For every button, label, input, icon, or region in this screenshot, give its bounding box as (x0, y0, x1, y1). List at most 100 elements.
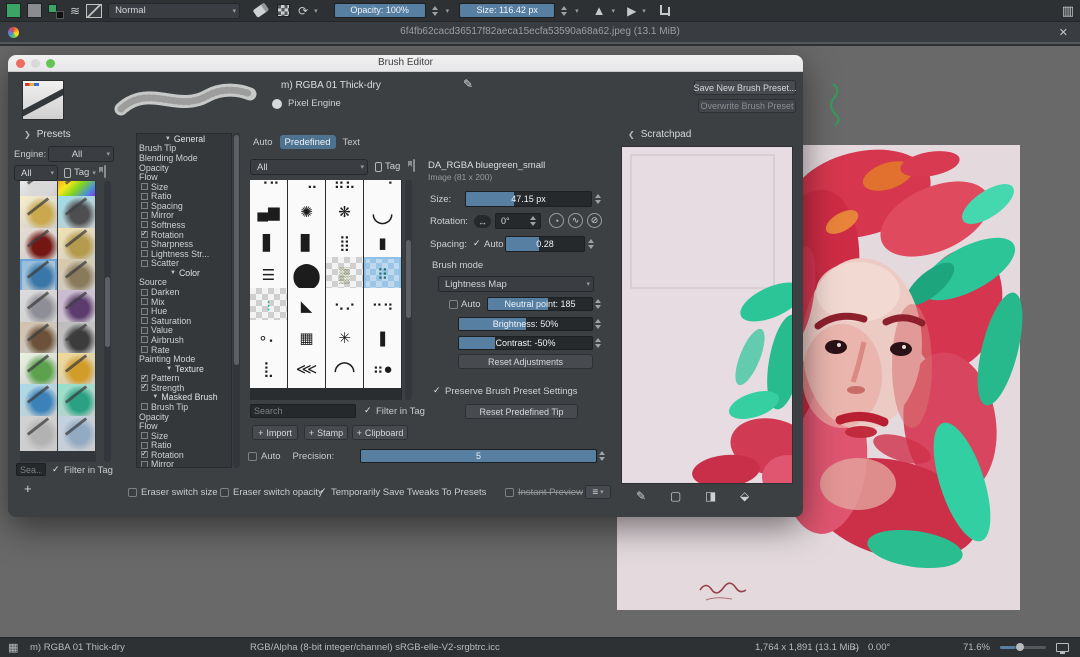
overwrite-preset-button[interactable]: Overwrite Brush Preset (698, 99, 796, 113)
brush-option-row[interactable]: Lightness Str... (137, 249, 231, 259)
mirror-caret[interactable]: ▾ (612, 7, 616, 15)
preset-thumbnail[interactable] (58, 384, 95, 419)
brightness-slider[interactable]: Brightness: 50% (458, 317, 593, 331)
neutral-point-slider[interactable]: Neutral point: 185 (487, 297, 593, 311)
reload-dropdown-caret[interactable]: ▾ (314, 7, 318, 15)
preset-grid[interactable] (20, 181, 96, 462)
brush-option-row[interactable]: Ratio (137, 441, 231, 451)
brush-option-row[interactable]: Color (137, 268, 231, 278)
reload-preset-icon[interactable]: ⟳ (298, 5, 308, 17)
brightness-spinner[interactable] (595, 317, 603, 331)
brush-option-row[interactable]: Brush Tip (137, 402, 231, 412)
brush-tip-cell[interactable]: ⣇ (250, 351, 287, 388)
gradient-icon[interactable]: ≋ (70, 5, 80, 17)
brush-option-row[interactable]: Hue (137, 306, 231, 316)
precision-auto-checkbox[interactable] (248, 452, 257, 461)
preset-thumbnail[interactable] (58, 322, 95, 357)
option-checkbox[interactable] (141, 202, 148, 209)
brush-option-row[interactable]: Strength (137, 383, 231, 393)
options-scrollbar[interactable] (233, 133, 240, 468)
option-checkbox[interactable] (141, 183, 148, 190)
foreground-color-swatch[interactable] (6, 3, 21, 18)
preset-thumbnail[interactable] (58, 290, 95, 325)
brush-editor-dialog[interactable]: Brush Editor m) RGBA 01 Thick-dry ✎ Pixe… (8, 55, 803, 517)
brush-option-row[interactable]: Size (137, 182, 231, 192)
option-checkbox[interactable] (141, 317, 148, 324)
brush-option-row[interactable]: Flow (137, 421, 231, 431)
preset-thumbnail[interactable] (20, 196, 57, 231)
preset-thumbnail[interactable] (20, 290, 57, 325)
preset-thumbnail[interactable] (58, 353, 95, 388)
preset-thumbnail[interactable] (58, 259, 95, 294)
brush-option-row[interactable]: Opacity (137, 163, 231, 173)
preset-thumbnail[interactable] (20, 353, 57, 388)
tip-filter-in-tag[interactable]: Filter in Tag (363, 406, 425, 417)
engine-filter-select[interactable]: All (48, 146, 114, 162)
grid-icon[interactable]: ▦ (8, 641, 18, 654)
precision-slider[interactable]: 5 (360, 449, 597, 463)
eraser-opacity-checkbox[interactable] (220, 488, 229, 497)
tip-grid-scrollbar[interactable] (405, 180, 412, 400)
rotation-arrow-icon[interactable]: ↔ (474, 215, 491, 228)
brush-option-row[interactable]: General (137, 134, 231, 144)
brush-option-row[interactable]: Rotation (137, 450, 231, 460)
option-checkbox[interactable] (141, 241, 148, 248)
brush-option-row[interactable]: Flow (137, 172, 231, 182)
scratchpad-fill-color-icon[interactable]: ⬙ (740, 489, 749, 503)
option-checkbox[interactable] (141, 336, 148, 343)
brush-option-row[interactable]: Spacing (137, 201, 231, 211)
instant-preview[interactable]: Instant Preview (505, 487, 583, 498)
preset-thumbnail[interactable] (20, 384, 57, 419)
rename-preset-icon[interactable]: ✎ (463, 77, 473, 91)
brush-option-row[interactable]: Saturation (137, 316, 231, 326)
brush-option-row[interactable]: Airbrush (137, 335, 231, 345)
preset-thumbnail[interactable] (20, 228, 57, 263)
brush-option-row[interactable]: Rate (137, 345, 231, 355)
spacing-spinner[interactable] (588, 237, 596, 251)
wrap-mode-icon[interactable]: ▶ (627, 5, 636, 17)
brush-option-row[interactable]: Brush Tip (137, 144, 231, 154)
brush-option-row[interactable]: Pattern (137, 373, 231, 383)
preset-grid-scrollbar[interactable] (104, 181, 111, 462)
opacity-slider[interactable]: Opacity: 100% (334, 3, 426, 18)
brush-option-row[interactable]: Mirror (137, 460, 231, 468)
option-checkbox[interactable] (141, 193, 148, 200)
spacing-auto-checkbox[interactable] (472, 240, 481, 249)
brush-option-row[interactable]: Painting Mode (137, 354, 231, 364)
eraser-size-checkbox[interactable] (128, 488, 137, 497)
tip-filter-checkbox[interactable] (363, 407, 372, 416)
pattern-icon[interactable] (86, 4, 102, 18)
size-spinner[interactable] (561, 6, 569, 16)
spacing-auto[interactable]: Auto (472, 239, 504, 250)
preset-thumbnail[interactable] (58, 416, 95, 451)
scratchpad-header[interactable]: ❮ Scratchpad (628, 129, 691, 140)
dialog-titlebar[interactable]: Brush Editor (8, 55, 803, 72)
neutral-spinner[interactable] (595, 297, 603, 311)
eraser-switch-opacity[interactable]: Eraser switch opacity (220, 487, 323, 498)
brush-size-slider[interactable]: Size: 116.42 px (459, 3, 555, 18)
precision-spinner[interactable] (599, 449, 607, 463)
rotation-clock-icon[interactable]: ◔ (549, 213, 564, 228)
option-checkbox[interactable] (141, 451, 148, 458)
reset-adjustments-button[interactable]: Reset Adjustments (458, 354, 593, 369)
canvas-workspace[interactable]: Brush Editor m) RGBA 01 Thick-dry ✎ Pixe… (0, 46, 1080, 637)
option-checkbox[interactable] (141, 231, 148, 238)
brush-option-row[interactable]: Ratio (137, 191, 231, 201)
option-checkbox[interactable] (141, 289, 148, 296)
wrap-caret[interactable]: ▾ (642, 7, 646, 15)
background-color-swatch[interactable] (27, 3, 42, 18)
brush-option-row[interactable]: Blending Mode (137, 153, 231, 163)
option-checkbox[interactable] (141, 250, 148, 257)
brush-option-row[interactable]: Scatter (137, 259, 231, 269)
crop-tool-icon[interactable] (658, 5, 670, 17)
preset-thumbnail[interactable] (20, 322, 57, 357)
tip-size-slider[interactable]: 47.15 px (465, 191, 592, 207)
brush-mode-select[interactable]: Lightness Map (438, 276, 594, 292)
preset-thumbnail[interactable] (58, 228, 95, 263)
scratchpad-fill-page-icon[interactable]: ▢ (670, 489, 681, 503)
option-checkbox[interactable] (141, 221, 148, 228)
tip-tab[interactable]: Predefined (280, 135, 336, 149)
option-checkbox[interactable] (141, 375, 148, 382)
option-checkbox[interactable] (141, 212, 148, 219)
neutral-auto-checkbox[interactable] (449, 300, 458, 309)
